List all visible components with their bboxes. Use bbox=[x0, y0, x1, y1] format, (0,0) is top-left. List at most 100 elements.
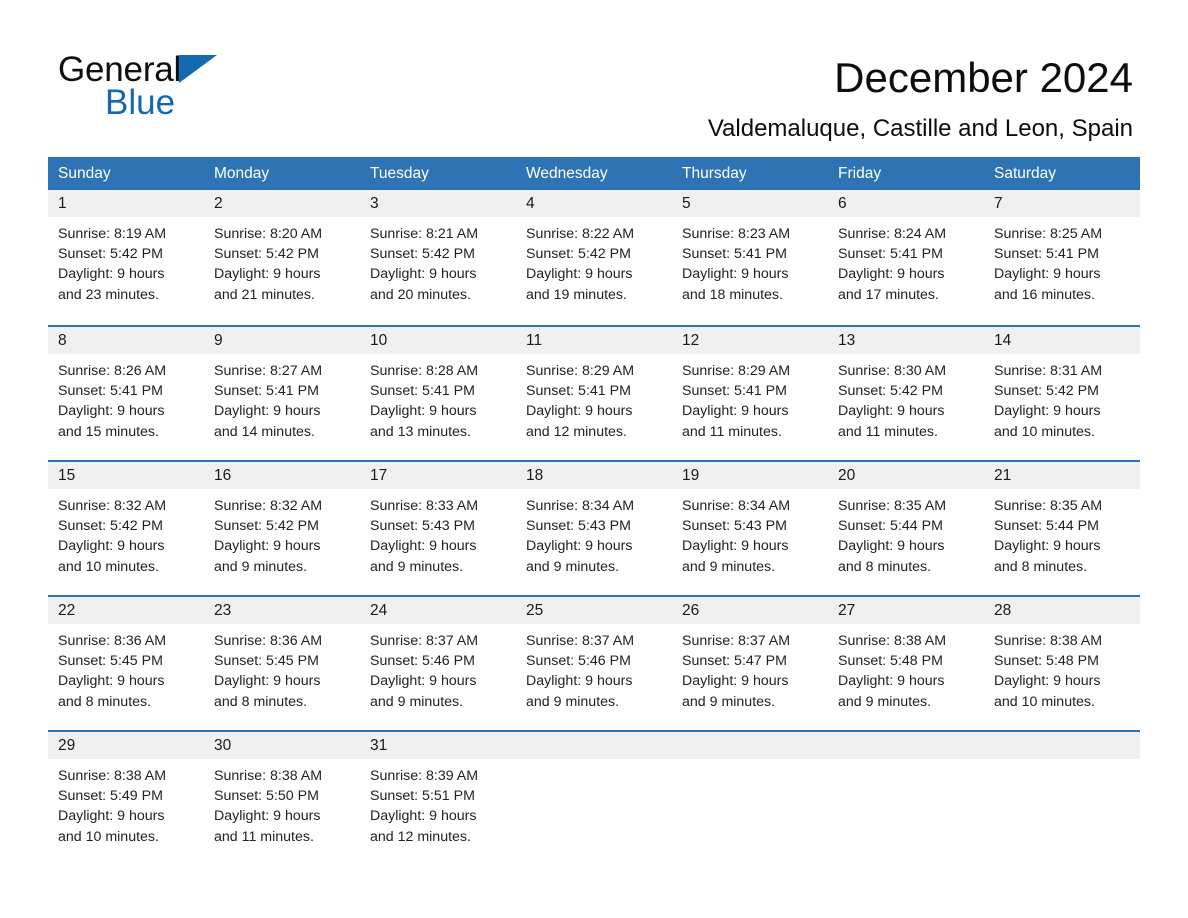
day-details: Sunrise: 8:23 AM Sunset: 5:41 PM Dayligh… bbox=[672, 217, 828, 305]
day-cell[interactable]: 29 Sunrise: 8:38 AM Sunset: 5:49 PM Dayl… bbox=[48, 732, 204, 846]
sunrise-text: Sunrise: 8:32 AM bbox=[214, 498, 323, 514]
logo-triangle-icon bbox=[179, 55, 218, 83]
daylight-text-line2: and 9 minutes. bbox=[682, 558, 776, 575]
day-cell[interactable]: 25 Sunrise: 8:37 AM Sunset: 5:46 PM Dayl… bbox=[516, 597, 672, 730]
day-cell[interactable]: 21 Sunrise: 8:35 AM Sunset: 5:44 PM Dayl… bbox=[984, 462, 1140, 595]
day-details: Sunrise: 8:29 AM Sunset: 5:41 PM Dayligh… bbox=[516, 354, 672, 442]
day-cell[interactable]: 13 Sunrise: 8:30 AM Sunset: 5:42 PM Dayl… bbox=[828, 327, 984, 460]
weekday-header-saturday: Saturday bbox=[994, 165, 1057, 182]
day-cell[interactable]: 1 Sunrise: 8:19 AM Sunset: 5:42 PM Dayli… bbox=[48, 190, 204, 325]
day-cell[interactable]: 11 Sunrise: 8:29 AM Sunset: 5:41 PM Dayl… bbox=[516, 327, 672, 460]
day-cell[interactable]: 6 Sunrise: 8:24 AM Sunset: 5:41 PM Dayli… bbox=[828, 190, 984, 325]
sunrise-text: Sunrise: 8:28 AM bbox=[370, 363, 479, 379]
daylight-text-line1: Daylight: 9 hours bbox=[994, 538, 1101, 555]
daylight-text-line2: and 18 minutes. bbox=[682, 286, 783, 303]
day-number: 9 bbox=[214, 332, 223, 349]
day-cell[interactable]: 5 Sunrise: 8:23 AM Sunset: 5:41 PM Dayli… bbox=[672, 190, 828, 325]
daylight-text-line1: Daylight: 9 hours bbox=[370, 266, 477, 283]
day-cell[interactable]: 4 Sunrise: 8:22 AM Sunset: 5:42 PM Dayli… bbox=[516, 190, 672, 325]
day-number-band: 4 bbox=[516, 190, 672, 217]
day-details: Sunrise: 8:37 AM Sunset: 5:46 PM Dayligh… bbox=[516, 624, 672, 712]
sunset-text: Sunset: 5:41 PM bbox=[526, 383, 631, 400]
day-number-band: 6 bbox=[828, 190, 984, 217]
day-number-band: 1 bbox=[48, 190, 204, 217]
day-cell[interactable]: 24 Sunrise: 8:37 AM Sunset: 5:46 PM Dayl… bbox=[360, 597, 516, 730]
day-details: Sunrise: 8:20 AM Sunset: 5:42 PM Dayligh… bbox=[204, 217, 360, 305]
day-cell[interactable]: 8 Sunrise: 8:26 AM Sunset: 5:41 PM Dayli… bbox=[48, 327, 204, 460]
daylight-text-line2: and 9 minutes. bbox=[526, 558, 620, 575]
day-number-band: 2 bbox=[204, 190, 360, 217]
day-cell[interactable]: 18 Sunrise: 8:34 AM Sunset: 5:43 PM Dayl… bbox=[516, 462, 672, 595]
week-row: 15 Sunrise: 8:32 AM Sunset: 5:42 PM Dayl… bbox=[48, 460, 1140, 595]
sunset-text: Sunset: 5:45 PM bbox=[58, 653, 163, 670]
daylight-text-line1: Daylight: 9 hours bbox=[58, 266, 165, 283]
day-number-band bbox=[984, 732, 1140, 759]
day-number-band: 7 bbox=[984, 190, 1140, 217]
sunrise-text: Sunrise: 8:38 AM bbox=[994, 633, 1103, 649]
day-number: 3 bbox=[370, 195, 379, 212]
daylight-text-line2: and 9 minutes. bbox=[682, 693, 776, 710]
day-number-band bbox=[516, 732, 672, 759]
day-cell[interactable]: 17 Sunrise: 8:33 AM Sunset: 5:43 PM Dayl… bbox=[360, 462, 516, 595]
day-number: 18 bbox=[526, 467, 544, 484]
day-cell[interactable]: 22 Sunrise: 8:36 AM Sunset: 5:45 PM Dayl… bbox=[48, 597, 204, 730]
daylight-text-line1: Daylight: 9 hours bbox=[682, 673, 789, 690]
day-number: 23 bbox=[214, 602, 232, 619]
day-cell[interactable]: 28 Sunrise: 8:38 AM Sunset: 5:48 PM Dayl… bbox=[984, 597, 1140, 730]
day-cell[interactable]: 7 Sunrise: 8:25 AM Sunset: 5:41 PM Dayli… bbox=[984, 190, 1140, 325]
day-number-band: 9 bbox=[204, 327, 360, 354]
sunrise-text: Sunrise: 8:36 AM bbox=[214, 633, 323, 649]
daylight-text-line1: Daylight: 9 hours bbox=[838, 538, 945, 555]
sunrise-text: Sunrise: 8:24 AM bbox=[838, 226, 947, 242]
day-cell[interactable]: 27 Sunrise: 8:38 AM Sunset: 5:48 PM Dayl… bbox=[828, 597, 984, 730]
day-details: Sunrise: 8:34 AM Sunset: 5:43 PM Dayligh… bbox=[672, 489, 828, 577]
sunset-text: Sunset: 5:41 PM bbox=[682, 383, 787, 400]
day-details: Sunrise: 8:29 AM Sunset: 5:41 PM Dayligh… bbox=[672, 354, 828, 442]
day-cell[interactable]: 10 Sunrise: 8:28 AM Sunset: 5:41 PM Dayl… bbox=[360, 327, 516, 460]
sunset-text: Sunset: 5:41 PM bbox=[682, 246, 787, 263]
day-details: Sunrise: 8:35 AM Sunset: 5:44 PM Dayligh… bbox=[984, 489, 1140, 577]
day-number-band bbox=[672, 732, 828, 759]
day-cell[interactable]: 2 Sunrise: 8:20 AM Sunset: 5:42 PM Dayli… bbox=[204, 190, 360, 325]
sunrise-text: Sunrise: 8:19 AM bbox=[58, 226, 167, 242]
day-details: Sunrise: 8:24 AM Sunset: 5:41 PM Dayligh… bbox=[828, 217, 984, 305]
day-cell[interactable]: 16 Sunrise: 8:32 AM Sunset: 5:42 PM Dayl… bbox=[204, 462, 360, 595]
sunset-text: Sunset: 5:42 PM bbox=[370, 246, 475, 263]
sunrise-text: Sunrise: 8:38 AM bbox=[58, 768, 167, 784]
daylight-text-line1: Daylight: 9 hours bbox=[994, 403, 1101, 420]
sunrise-text: Sunrise: 8:38 AM bbox=[214, 768, 323, 784]
day-cell[interactable]: 3 Sunrise: 8:21 AM Sunset: 5:42 PM Dayli… bbox=[360, 190, 516, 325]
daylight-text-line1: Daylight: 9 hours bbox=[994, 266, 1101, 283]
day-cell[interactable]: 20 Sunrise: 8:35 AM Sunset: 5:44 PM Dayl… bbox=[828, 462, 984, 595]
day-cell[interactable]: 9 Sunrise: 8:27 AM Sunset: 5:41 PM Dayli… bbox=[204, 327, 360, 460]
sunrise-text: Sunrise: 8:31 AM bbox=[994, 363, 1103, 379]
day-cell[interactable]: 31 Sunrise: 8:39 AM Sunset: 5:51 PM Dayl… bbox=[360, 732, 516, 846]
day-details: Sunrise: 8:36 AM Sunset: 5:45 PM Dayligh… bbox=[48, 624, 204, 712]
day-cell[interactable]: 14 Sunrise: 8:31 AM Sunset: 5:42 PM Dayl… bbox=[984, 327, 1140, 460]
day-number: 30 bbox=[214, 737, 232, 754]
day-details: Sunrise: 8:25 AM Sunset: 5:41 PM Dayligh… bbox=[984, 217, 1140, 305]
daylight-text-line1: Daylight: 9 hours bbox=[838, 266, 945, 283]
sunset-text: Sunset: 5:45 PM bbox=[214, 653, 319, 670]
day-cell[interactable]: 19 Sunrise: 8:34 AM Sunset: 5:43 PM Dayl… bbox=[672, 462, 828, 595]
day-number-band: 25 bbox=[516, 597, 672, 624]
daylight-text-line1: Daylight: 9 hours bbox=[370, 673, 477, 690]
day-cell[interactable]: 30 Sunrise: 8:38 AM Sunset: 5:50 PM Dayl… bbox=[204, 732, 360, 846]
day-details: Sunrise: 8:39 AM Sunset: 5:51 PM Dayligh… bbox=[360, 759, 516, 847]
sunset-text: Sunset: 5:47 PM bbox=[682, 653, 787, 670]
day-cell[interactable]: 23 Sunrise: 8:36 AM Sunset: 5:45 PM Dayl… bbox=[204, 597, 360, 730]
sunrise-text: Sunrise: 8:35 AM bbox=[838, 498, 947, 514]
day-cell[interactable]: 12 Sunrise: 8:29 AM Sunset: 5:41 PM Dayl… bbox=[672, 327, 828, 460]
day-details: Sunrise: 8:33 AM Sunset: 5:43 PM Dayligh… bbox=[360, 489, 516, 577]
daylight-text-line1: Daylight: 9 hours bbox=[370, 403, 477, 420]
day-number: 7 bbox=[994, 195, 1003, 212]
daylight-text-line1: Daylight: 9 hours bbox=[526, 673, 633, 690]
sunset-text: Sunset: 5:43 PM bbox=[526, 518, 631, 535]
day-cell[interactable]: 26 Sunrise: 8:37 AM Sunset: 5:47 PM Dayl… bbox=[672, 597, 828, 730]
day-number: 1 bbox=[58, 195, 67, 212]
day-cell[interactable]: 15 Sunrise: 8:32 AM Sunset: 5:42 PM Dayl… bbox=[48, 462, 204, 595]
day-number-band: 24 bbox=[360, 597, 516, 624]
day-number bbox=[516, 737, 526, 754]
day-number-band: 18 bbox=[516, 462, 672, 489]
daylight-text-line2: and 17 minutes. bbox=[838, 286, 939, 303]
